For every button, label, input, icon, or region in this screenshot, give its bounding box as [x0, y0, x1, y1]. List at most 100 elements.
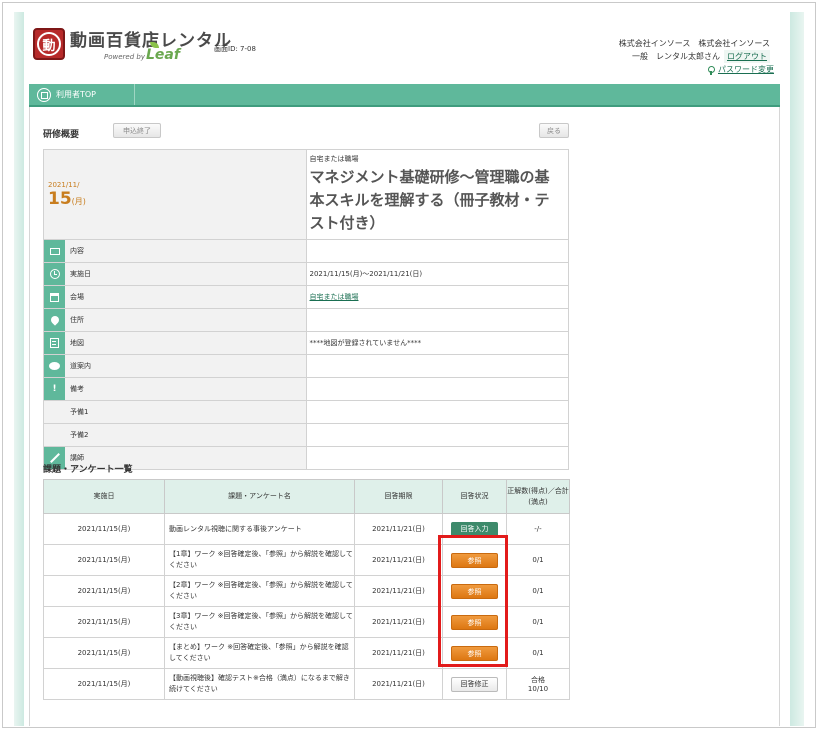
course-title-cell: 自宅または職場 マネジメント基礎研修～管理職の基本スキルを理解する（冊子教材・テ…: [305, 149, 569, 240]
detail-row-directions: 道案内: [43, 354, 569, 378]
left-border-decoration: [14, 12, 24, 726]
nav-item-user-top[interactable]: 利用者TOP: [29, 84, 135, 105]
detail-label: 地図: [70, 339, 84, 347]
overview-title: 研修概要: [43, 130, 80, 140]
highlight-box: [438, 535, 508, 667]
detail-label: 住所: [70, 316, 84, 324]
row-name: 【3章】ワーク ※回答確定後、「参照」から解説を確認してください: [164, 606, 355, 638]
venue-type: 自宅または職場: [309, 155, 359, 163]
logo-icon: 動: [33, 28, 65, 60]
table-row: 2021/11/15(月) 【動画視聴後】確認テスト※合格（満点）になるまで解き…: [43, 668, 570, 700]
detail-row-date: 実施日 2021/11/15(月)～2021/11/21(日): [43, 262, 569, 286]
row-score: 0/1: [506, 637, 570, 669]
venue-link[interactable]: 自宅または職場: [310, 293, 359, 301]
course-date-cell: 2021/11/ 15(月): [43, 149, 307, 240]
detail-row-spare1: 予備1: [43, 400, 569, 424]
detail-row-address: 住所: [43, 308, 569, 332]
assignments-title: 課題・アンケート一覧: [43, 465, 133, 475]
detail-row-venue: 会場 自宅または職場: [43, 285, 569, 309]
detail-value: [305, 354, 569, 378]
date-weekday: (月): [71, 196, 86, 206]
column-header: 回答期限: [354, 479, 443, 514]
detail-label: 会場: [70, 293, 84, 301]
row-deadline: 2021/11/21(日): [354, 544, 443, 576]
detail-label: 予備2: [70, 431, 89, 439]
row-date: 2021/11/15(月): [43, 575, 165, 607]
logout-link[interactable]: ログアウト: [724, 50, 770, 63]
row-deadline: 2021/11/21(日): [354, 637, 443, 669]
user-info: 一般 レンタル太郎さん ログアウト: [632, 50, 770, 63]
exclamation-icon: !: [44, 378, 65, 400]
row-name: 【1章】ワーク ※回答確定後、「参照」から解説を確認してください: [164, 544, 355, 576]
building-icon: [44, 286, 65, 308]
apply-end-button[interactable]: 申込終了: [113, 123, 161, 138]
detail-value: [305, 377, 569, 401]
row-date: 2021/11/15(月): [43, 606, 165, 638]
row-deadline: 2021/11/21(日): [354, 606, 443, 638]
row-name: 動画レンタル視聴に関する事後アンケート: [164, 513, 355, 545]
detail-value: [305, 423, 569, 447]
password-change-label: パスワード変更: [718, 65, 774, 74]
date-year-month: 2021/11/: [48, 180, 80, 189]
row-name: 【まとめ】ワーク ※回答確定後、「参照」から解説を確認してください: [164, 637, 355, 669]
detail-value: [305, 446, 569, 470]
detail-label: 実施日: [70, 270, 91, 278]
home-icon: [37, 87, 51, 102]
detail-value: [305, 308, 569, 332]
blank-icon: [44, 424, 65, 446]
row-score: 0/1: [506, 575, 570, 607]
detail-label: 予備1: [70, 408, 89, 416]
detail-row-map: 地図 ****地図が登録されていません****: [43, 331, 569, 355]
row-name: 【動画視聴後】確認テスト※合格（満点）になるまで解き続けてください: [164, 668, 355, 700]
password-change-link[interactable]: パスワード変更: [708, 64, 774, 75]
company-name: 株式会社インソース 株式会社インソース: [618, 39, 770, 48]
course-title: マネジメント基礎研修～管理職の基本スキルを理解する（冊子教材・テスト付き）: [309, 168, 550, 232]
blank-icon: [44, 401, 65, 423]
row-score: -/-: [506, 513, 570, 545]
score-value: 10/10: [527, 685, 549, 693]
detail-label: 備考: [70, 385, 84, 393]
detail-row-content: 内容: [43, 239, 569, 263]
user-name: 一般 レンタル太郎さん: [632, 52, 720, 61]
right-border-decoration: [790, 12, 804, 726]
row-date: 2021/11/15(月): [43, 668, 165, 700]
detail-value: ****地図が登録されていません****: [305, 331, 569, 355]
nav-bar: 利用者TOP: [29, 84, 780, 107]
logo-char: 動: [37, 32, 61, 56]
detail-value: [305, 400, 569, 424]
powered-by-label: Powered by: [104, 53, 145, 61]
row-date: 2021/11/15(月): [43, 544, 165, 576]
answer-edit-button[interactable]: 回答修正: [451, 676, 498, 692]
detail-value: 2021/11/15(月)～2021/11/21(日): [305, 262, 569, 286]
row-score: 合格 10/10: [506, 668, 570, 700]
detail-row-spare2: 予備2: [43, 423, 569, 447]
chat-bubble-icon: [44, 355, 65, 377]
row-date: 2021/11/15(月): [43, 637, 165, 669]
detail-label: 道案内: [70, 362, 91, 370]
row-score: 0/1: [506, 606, 570, 638]
detail-label: 内容: [70, 247, 84, 255]
row-name: 【2章】ワーク ※回答確定後、「参照」から解説を確認してください: [164, 575, 355, 607]
table-header-row: 実施日 課題・アンケート名 回答期限 回答状況 正解数(得点)／合計(満点): [43, 479, 570, 514]
row-date: 2021/11/15(月): [43, 513, 165, 545]
detail-value: [305, 239, 569, 263]
pass-label: 合格: [531, 676, 545, 684]
detail-row-notes: ! 備考: [43, 377, 569, 401]
course-detail-table: 2021/11/ 15(月) 自宅または職場 マネジメント基礎研修～管理職の基本…: [43, 149, 569, 470]
column-header: 正解数(得点)／合計(満点): [506, 479, 570, 514]
row-score: 0/1: [506, 544, 570, 576]
back-button[interactable]: 戻る: [539, 123, 569, 138]
column-header: 回答状況: [442, 479, 507, 514]
row-deadline: 2021/11/21(日): [354, 668, 443, 700]
date-day: 15: [48, 188, 72, 209]
clock-icon: [44, 263, 65, 285]
map-pin-icon: [44, 309, 65, 331]
row-deadline: 2021/11/21(日): [354, 513, 443, 545]
key-icon: [708, 65, 715, 75]
monitor-icon: [44, 240, 65, 262]
column-header: 実施日: [43, 479, 165, 514]
column-header: 課題・アンケート名: [164, 479, 355, 514]
screen-id: 画面ID: 7-08: [214, 45, 256, 53]
leaf-logo-text: Leaf: [146, 47, 180, 63]
nav-item-label: 利用者TOP: [56, 90, 97, 99]
